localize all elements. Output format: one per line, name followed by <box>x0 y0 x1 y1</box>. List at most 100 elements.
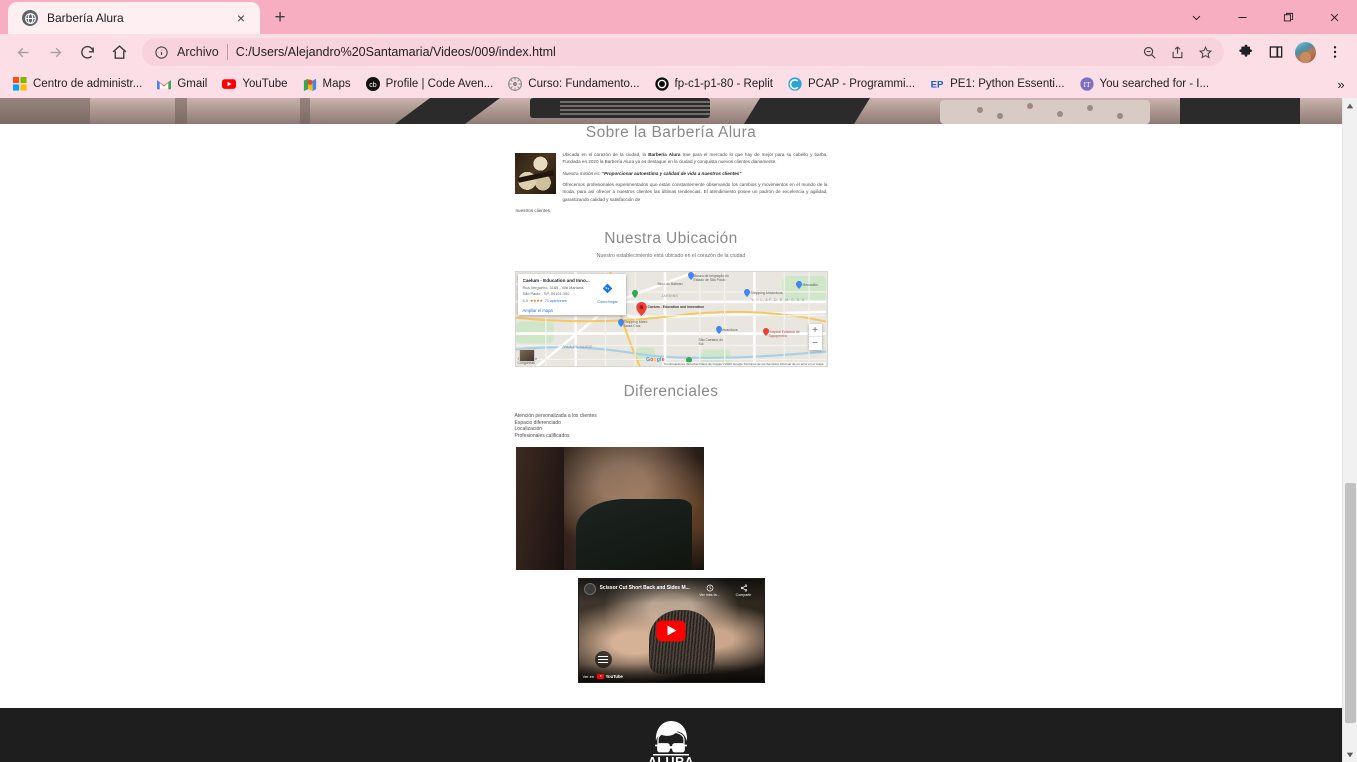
watch-on-youtube-button[interactable]: Ver en YouTube <box>583 674 623 680</box>
omnibox-divider <box>226 44 228 60</box>
video-title[interactable]: Scissor Cut Short Back and Sides M... <box>600 585 691 591</box>
page-content: Sobre la Barbería Alura Ubicada en el co… <box>0 98 1342 762</box>
page-footer: ALURA EST 2020 <box>0 708 1342 762</box>
scroll-down-arrow-icon[interactable] <box>1343 747 1357 762</box>
video-bottom-gradient <box>578 664 764 683</box>
tab-strip: Barbería Alura × + <box>0 0 1357 34</box>
map-marker-hospital[interactable] <box>762 328 769 337</box>
page-scrollbar[interactable] <box>1342 98 1357 762</box>
star-rating-icon: ★★★★ <box>529 297 543 303</box>
channel-avatar-icon[interactable] <box>583 583 596 596</box>
map-card-rating-value: 4,0 <box>522 297 528 303</box>
about-paragraph-1: Ubicada en el corazón de la ciudad, la B… <box>563 151 828 165</box>
bookmark-item[interactable]: EP PE1: Python Essenti... <box>923 74 1071 94</box>
map-marker-metro[interactable] <box>617 319 624 328</box>
minimize-icon[interactable] <box>1219 0 1265 34</box>
map-label-hospital: Hospital Estadual de Sapopemba <box>768 330 800 339</box>
map-marker-park[interactable] <box>631 290 638 299</box>
about-mission: Nuestra misión es: "Proporcionar autoest… <box>563 170 828 177</box>
map-label-sao-caetano: São Caetano do Sul <box>698 338 724 347</box>
kebab-menu-icon[interactable] <box>1321 38 1349 66</box>
map-card-reviews-link[interactable]: 71 opiniones <box>545 298 567 303</box>
bookmarks-bar: Centro de administr... Gmail YouTube Map… <box>0 70 1357 98</box>
maps-icon <box>303 78 316 91</box>
scrollbar-thumb[interactable] <box>1345 483 1356 723</box>
map-marker-primary[interactable] <box>635 302 647 317</box>
share-button[interactable]: Compartir <box>729 583 759 597</box>
info-icon <box>154 45 169 60</box>
map-card-address: Rua Vergueiro, 3185 - Vila Mariana, São … <box>522 285 585 296</box>
map-marker-mercadao[interactable] <box>795 281 802 290</box>
bookmark-item[interactable]: Maps <box>296 74 358 94</box>
star-icon[interactable] <box>1192 39 1218 65</box>
bookmarks-overflow-button[interactable]: » <box>1331 74 1351 94</box>
scroll-up-arrow-icon[interactable] <box>1343 98 1357 113</box>
bookmark-item[interactable]: Gmail <box>150 74 214 94</box>
youtube-logo-icon: YouTube <box>597 674 623 680</box>
forward-icon[interactable] <box>40 37 70 67</box>
zoom-in-button[interactable]: + <box>808 324 822 338</box>
microsoft-icon <box>13 77 27 91</box>
bookmark-item[interactable]: fp-c1-p1-80 - Replit <box>648 74 780 94</box>
moodle-icon <box>508 77 523 91</box>
about-section-title: Sobre la Barbería Alura <box>585 124 757 141</box>
close-icon[interactable]: × <box>232 9 250 27</box>
map-info-card[interactable]: Caelum - Education and Inno... Rua Vergu… <box>517 274 626 316</box>
zoom-out-button[interactable]: − <box>809 337 822 350</box>
street-view-thumbnail[interactable] <box>518 349 535 363</box>
bookmark-item[interactable]: IT You searched for - I... <box>1073 74 1217 94</box>
map-directions-button[interactable]: Cómo llegar <box>595 278 621 311</box>
close-window-icon[interactable] <box>1311 0 1357 34</box>
map-label-vila-saude: VILA DA SAÚDE <box>563 345 593 350</box>
about-paragraph-3-overflow: nuestros clientes. <box>515 208 552 214</box>
ep-icon: EP <box>931 80 944 91</box>
about-p1-pre: Ubicada en el corazón de la ciudad, la <box>562 152 649 157</box>
avatar[interactable] <box>1295 41 1316 63</box>
video-top-bar: Scissor Cut Short Back and Sides M... Ve… <box>578 579 764 604</box>
mission-pre: Nuestra misión es: <box>562 170 602 176</box>
bookmark-item[interactable]: cb Profile | Code Aven... <box>359 74 501 94</box>
map-marker-aricanduva[interactable] <box>715 326 722 335</box>
new-tab-button[interactable]: + <box>266 4 294 32</box>
zoom-out-icon[interactable] <box>1136 39 1162 65</box>
codeavengers-icon: cb <box>365 77 380 91</box>
page-container: Sobre la Barbería Alura Ubicada en el co… <box>0 124 1342 762</box>
play-button[interactable] <box>656 620 686 642</box>
share-icon[interactable] <box>1164 39 1190 65</box>
chevron-down-icon[interactable] <box>1173 0 1219 34</box>
bookmark-item[interactable]: Curso: Fundamento... <box>501 74 646 94</box>
map-marker-museum[interactable] <box>687 272 694 281</box>
side-panel-icon[interactable] <box>1262 38 1290 66</box>
back-icon[interactable] <box>8 37 38 67</box>
puzzle-icon[interactable] <box>1232 38 1260 66</box>
address-bar[interactable]: Archivo C:/Users/Alejandro%20Santamaria/… <box>142 38 1224 66</box>
map-zoom-controls[interactable]: + − <box>808 324 822 351</box>
google-map-embed[interactable]: Caelum - Education and Innovation Museu … <box>514 271 828 368</box>
map-card-details: Caelum - Education and Inno... Rua Vergu… <box>522 278 591 313</box>
bookmark-label: fp-c1-p1-80 - Replit <box>674 78 773 90</box>
bookmark-item[interactable]: Centro de administr... <box>6 74 149 94</box>
map-marker-shopping[interactable] <box>743 289 750 298</box>
bookmark-item[interactable]: YouTube <box>215 74 294 94</box>
bookmark-label: PCAP - Programmi... <box>807 78 916 90</box>
browser-tab[interactable]: Barbería Alura × <box>8 2 260 34</box>
youtube-video-embed[interactable]: Scissor Cut Short Back and Sides M... Ve… <box>577 578 765 684</box>
watch-later-button[interactable]: Ver más ta... <box>695 583 725 597</box>
share-label: Compartir <box>735 593 752 598</box>
bookmark-item[interactable]: PCAP - Programmi... <box>781 74 922 94</box>
directions-icon <box>602 284 613 294</box>
alura-logo: ALURA EST 2020 <box>646 718 696 762</box>
share-icon <box>740 584 747 592</box>
differentials-image-wrap <box>515 447 828 571</box>
youtube-wordmark: YouTube <box>605 674 623 680</box>
map-expand-link[interactable]: Ampliar el mapa <box>523 308 591 313</box>
url-text[interactable]: C:/Users/Alejandro%20Santamaria/Videos/0… <box>236 45 1128 59</box>
map-directions-label: Cómo llegar <box>597 300 618 305</box>
location-section-title: Nuestra Ubicación <box>604 230 738 248</box>
differentials-section-title: Diferenciales <box>623 383 719 401</box>
gmail-icon <box>157 80 172 90</box>
reload-icon[interactable] <box>72 37 102 67</box>
youtube-icon <box>222 79 237 89</box>
home-icon[interactable] <box>104 37 134 67</box>
maximize-icon[interactable] <box>1265 0 1311 34</box>
